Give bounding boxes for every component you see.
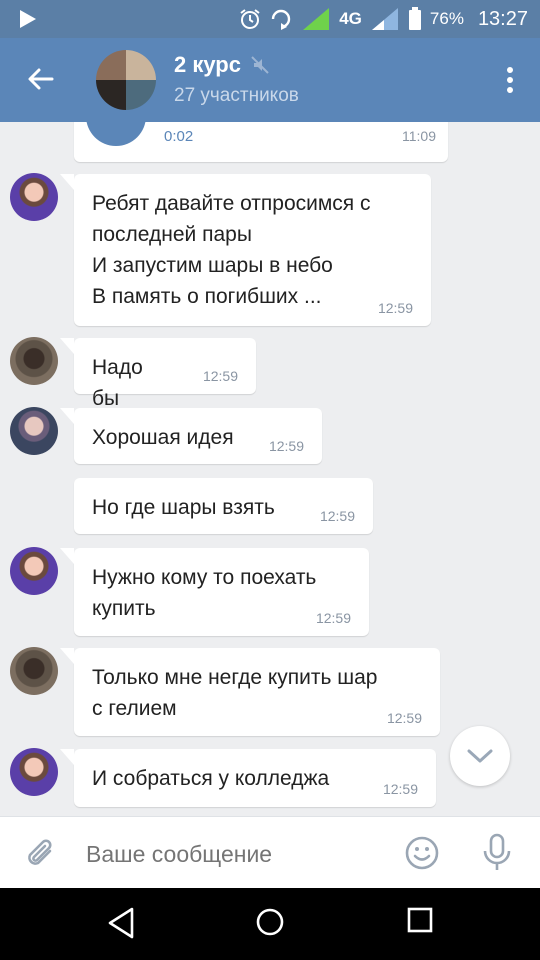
system-nav-bar <box>0 888 540 960</box>
voice-time: 11:09 <box>402 128 436 144</box>
sender-avatar[interactable] <box>10 407 58 455</box>
nav-back-icon[interactable] <box>106 906 136 940</box>
chat-title-text: 2 курс <box>174 52 241 77</box>
message-bubble[interactable]: И собраться у колледжа 12:59 <box>60 749 436 807</box>
message-time: 12:59 <box>315 610 351 626</box>
signal-icon <box>303 8 330 30</box>
clock: 13:27 <box>477 7 528 30</box>
chat-title[interactable]: 2 курс <box>174 52 269 78</box>
message-text: Ребят давайте отпросимся с последней пар… <box>92 192 371 308</box>
message-bubble[interactable]: Хорошая идея 12:59 <box>60 408 322 464</box>
message-text: Только мне негде купить шар с гелием <box>92 666 378 720</box>
message-time: 12:59 <box>268 438 304 454</box>
battery-icon <box>408 7 421 30</box>
battery-percent: 76% <box>429 9 464 28</box>
sender-avatar[interactable] <box>10 748 58 796</box>
scroll-down-button[interactable] <box>450 726 510 786</box>
more-menu-icon[interactable] <box>506 66 514 94</box>
emoji-icon[interactable] <box>404 835 440 871</box>
message-time: 12:59 <box>377 300 413 316</box>
chevron-down-icon <box>467 749 493 763</box>
message-text: Нужно кому то поехать купить <box>92 566 317 620</box>
sender-avatar[interactable] <box>10 173 58 221</box>
play-notification-icon <box>20 10 36 28</box>
status-bar: 4G 76% 13:27 <box>0 0 540 38</box>
microphone-icon[interactable] <box>480 833 514 873</box>
message-bubble[interactable]: Нужно кому то поехать купить 12:59 <box>60 548 369 636</box>
group-avatar[interactable] <box>96 50 156 110</box>
attach-icon[interactable] <box>24 837 58 871</box>
message-time: 12:59 <box>202 368 238 384</box>
message-bubble[interactable]: Надо бы 12:59 <box>60 338 256 410</box>
chat-subtitle: 27 участников <box>174 85 299 106</box>
alarm-icon <box>240 9 260 29</box>
message-bubble[interactable]: Ребят давайте отпросимся с последней пар… <box>60 174 431 326</box>
message-text: Но где шары взять <box>92 496 275 519</box>
voice-message[interactable]: 0:02 11:09 <box>74 122 448 162</box>
message-bubble[interactable]: Но где шары взять 12:59 <box>74 478 373 534</box>
message-time: 12:59 <box>319 508 355 524</box>
message-bubble[interactable]: Только мне негде купить шар с гелием 12:… <box>60 648 440 736</box>
message-time: 12:59 <box>386 710 422 726</box>
message-list[interactable]: 0:02 11:09 Ребят давайте отпросимся с по… <box>0 122 540 816</box>
sender-avatar[interactable] <box>10 547 58 595</box>
nav-home-icon[interactable] <box>254 906 286 938</box>
sender-avatar[interactable] <box>10 337 58 385</box>
message-time: 12:59 <box>382 781 418 797</box>
muted-icon <box>251 56 269 74</box>
message-text: И собраться у колледжа <box>92 767 330 790</box>
voice-duration: 0:02 <box>164 128 194 145</box>
voice-play-button[interactable] <box>86 122 146 146</box>
nav-recents-icon[interactable] <box>406 906 434 934</box>
sender-avatar[interactable] <box>10 647 58 695</box>
network-type: 4G <box>339 9 362 28</box>
back-arrow-icon[interactable] <box>26 64 56 94</box>
message-input[interactable] <box>86 839 386 869</box>
chat-header: 2 курс 27 участников <box>0 38 540 122</box>
sync-icon <box>272 9 291 30</box>
message-composer <box>0 816 540 888</box>
signal-icon-2 <box>371 8 398 30</box>
